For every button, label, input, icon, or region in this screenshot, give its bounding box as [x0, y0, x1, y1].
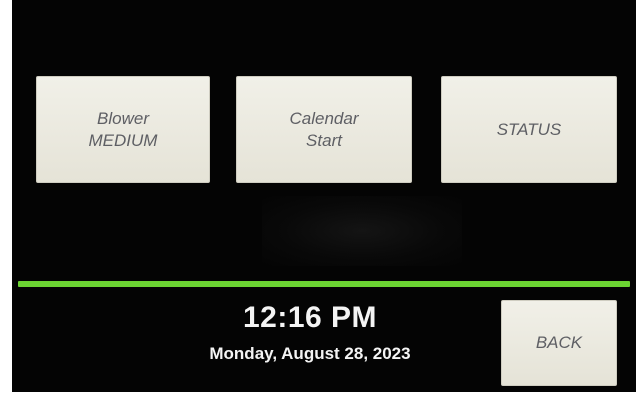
touch-screen: Blower MEDIUM Calendar Start STATUS 12:1…: [12, 0, 636, 392]
blower-button-label-line1: Blower: [97, 108, 149, 128]
status-button[interactable]: STATUS: [441, 76, 617, 183]
green-divider: [18, 281, 630, 287]
calendar-button[interactable]: Calendar Start: [236, 76, 412, 183]
clock-time: 12:16 PM: [242, 301, 378, 334]
status-button-label: STATUS: [496, 119, 562, 139]
back-button[interactable]: BACK: [501, 300, 617, 386]
blower-button-label-line2: MEDIUM: [88, 130, 158, 150]
calendar-button-label-line1: Calendar: [289, 108, 359, 128]
bezel-bottom: [0, 392, 636, 402]
clock-date: Monday, August 28, 2023: [209, 344, 411, 363]
bezel-left: [0, 0, 12, 402]
blower-button[interactable]: Blower MEDIUM: [36, 76, 210, 183]
back-button-label: BACK: [535, 333, 583, 352]
clock-display: 12:16 PM Monday, August 28, 2023: [172, 300, 448, 366]
calendar-button-label-line2: Start: [306, 130, 342, 150]
screen-reflection: [262, 196, 462, 266]
